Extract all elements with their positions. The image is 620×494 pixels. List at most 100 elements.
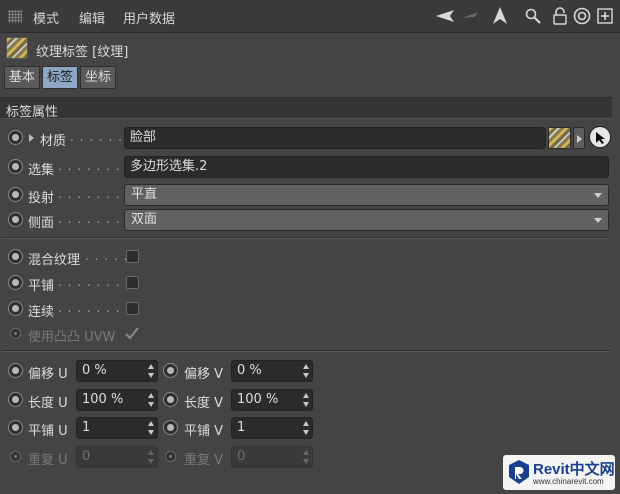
offset-row: 偏移 U 0 % 偏移 V 0 % [0,359,620,383]
forward-arrow-icon[interactable] [460,6,480,26]
material-row: 材质 . . . . . . . 脸部 [0,126,620,150]
new-window-icon[interactable] [595,6,615,26]
pick-cursor-icon[interactable] [589,126,611,148]
seamless-checkbox[interactable] [126,302,139,315]
mix-textures-label: 混合纹理 [28,253,81,268]
animate-radio[interactable] [8,301,23,316]
menu-bar: 模式 编辑 用户数据 [0,0,620,33]
material-preview-icon[interactable] [548,127,571,149]
material-field[interactable]: 脸部 [124,127,546,149]
length-v-field[interactable]: 100 % [231,389,313,411]
animate-radio[interactable] [163,420,178,435]
side-row: 侧面 . . . . . . . . . 双面 [0,208,620,232]
offset-v-field[interactable]: 0 % [231,360,313,382]
selection-label: 选集 [28,163,55,178]
tile-label: 平铺 [28,279,55,294]
animate-radio[interactable] [8,159,23,174]
section-header: 标签属性 [0,97,612,120]
length-u-value: 100 % [82,392,124,407]
animate-radio[interactable] [163,392,178,407]
animate-radio[interactable] [8,130,23,145]
selection-value: 多边形选集.2 [130,159,208,174]
search-icon[interactable] [523,6,543,26]
seamless-label: 连续 [28,305,55,320]
animate-radio[interactable] [163,363,178,378]
back-arrow-icon[interactable] [436,6,456,26]
tiles-v-field[interactable]: 1 [231,417,313,439]
watermark: Revit中文网 www.chinarevit.com [503,455,615,490]
menu-edit[interactable]: 编辑 [79,8,105,27]
target-icon[interactable] [572,6,592,26]
offset-u-label: 偏移 U [28,367,68,382]
use-bump-uvw-row: 使用凸凸 UVW [0,322,620,346]
animate-radio[interactable] [8,187,23,202]
side-label: 侧面 [28,216,55,231]
seamless-dots: . . . . . . . . [58,301,131,315]
spinner-icon [148,450,154,464]
offset-v-label: 偏移 V [184,367,224,382]
spinner-icon[interactable] [303,393,309,407]
offset-u-value: 0 % [82,363,107,378]
spinner-icon[interactable] [303,421,309,435]
spinner-icon[interactable] [148,364,154,378]
animate-radio[interactable] [8,392,23,407]
tiles-row: 平铺 U 1 平铺 V 1 [0,416,620,440]
tile-checkbox[interactable] [126,276,139,289]
animate-radio[interactable] [8,212,23,227]
grip-icon[interactable] [8,10,22,23]
animate-radio[interactable] [8,249,23,264]
tab-tag[interactable]: 标签 [42,66,79,89]
animate-radio [10,328,21,339]
tiles-u-field[interactable]: 1 [76,417,158,439]
lock-icon[interactable] [550,6,570,26]
animate-radio[interactable] [8,275,23,290]
length-row: 长度 U 100 % 长度 V 100 % [0,388,620,412]
material-menu-button[interactable] [573,127,585,149]
side-value: 双面 [131,212,158,227]
side-dropdown[interactable]: 双面 [124,209,609,231]
projection-dropdown[interactable]: 平直 [124,184,609,206]
menu-user-data[interactable]: 用户数据 [123,8,175,27]
seamless-row: 连续 . . . . . . . . [0,297,620,321]
projection-label: 投射 [28,191,55,206]
tab-basic[interactable]: 基本 [4,66,41,89]
spinner-icon[interactable] [303,364,309,378]
offset-v-value: 0 % [237,363,262,378]
animate-radio [10,451,21,462]
repeat-u-label: 重复 U [28,453,68,468]
animate-radio[interactable] [8,363,23,378]
repeat-u-field: 0 [76,446,158,468]
mix-textures-dots: . . . . . [85,249,129,263]
revit-logo-icon [509,460,529,484]
section-title: 标签属性 [6,105,59,120]
divider [2,350,610,352]
tiles-v-value: 1 [237,420,246,435]
spinner-icon[interactable] [148,421,154,435]
mix-textures-row: 混合纹理 . . . . . [0,245,620,269]
tiles-u-value: 1 [82,420,91,435]
length-u-field[interactable]: 100 % [76,389,158,411]
tile-dots: . . . . . . . . [58,275,131,289]
selection-row: 选集 . . . . . . . . . 多边形选集.2 [0,155,620,179]
length-v-label: 长度 V [184,396,224,411]
projection-value: 平直 [131,187,158,202]
checkmark-icon [125,327,139,340]
tab-coordinates[interactable]: 坐标 [80,66,117,89]
spinner-icon[interactable] [148,393,154,407]
length-v-value: 100 % [237,392,279,407]
tile-row: 平铺 . . . . . . . . [0,271,620,295]
animate-radio[interactable] [8,420,23,435]
repeat-v-value: 0 [237,449,246,464]
texture-tag-icon [6,37,28,59]
tiles-v-label: 平铺 V [184,424,224,439]
watermark-url: www.chinarevit.com [533,477,604,486]
menu-mode[interactable]: 模式 [33,8,59,27]
material-label: 材质 [40,134,67,149]
offset-u-field[interactable]: 0 % [76,360,158,382]
expand-arrow-icon[interactable] [29,134,34,142]
selection-field[interactable]: 多边形选集.2 [124,156,609,178]
cursor-up-icon[interactable] [490,6,510,26]
mix-textures-checkbox[interactable] [126,250,139,263]
tab-bar: 基本 标签 坐标 [4,66,117,89]
repeat-u-value: 0 [82,449,91,464]
